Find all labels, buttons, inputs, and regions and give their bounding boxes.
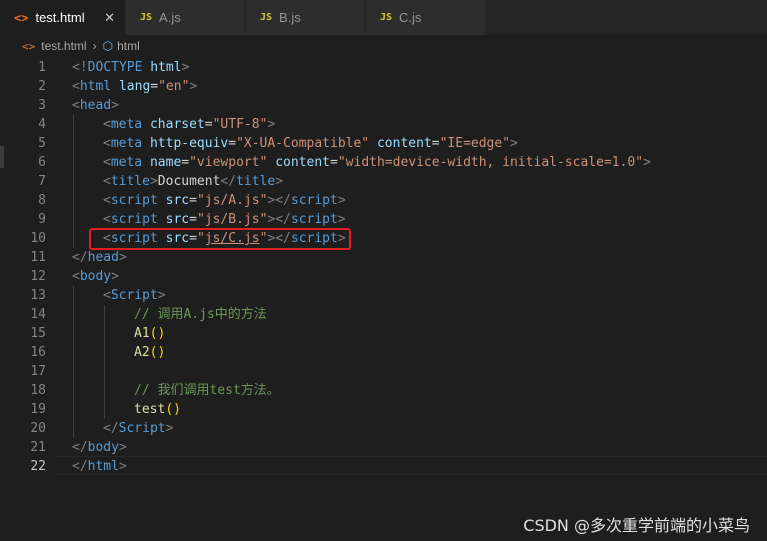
code-line: 15 A1()	[30, 326, 166, 341]
code-lines: 1 <!DOCTYPE html> 2 <html lang="en"> 3 <hea…	[0, 58, 767, 488]
tab-label: C.js	[399, 10, 422, 25]
tab-label: test.html	[35, 10, 85, 25]
breadcrumb: <> test.html › ⬡ html	[0, 35, 767, 57]
html-file-icon: <>	[22, 39, 36, 53]
cube-icon: ⬡	[102, 39, 114, 53]
breadcrumb-node[interactable]: html	[117, 39, 140, 53]
tab-label: A.js	[159, 10, 181, 25]
chevron-right-icon: ›	[92, 39, 97, 53]
close-icon[interactable]: ✕	[104, 10, 115, 26]
code-line: 9 <script src="js/B.js"></script>	[38, 212, 346, 227]
html-file-icon: <>	[14, 10, 29, 25]
tab-a-js[interactable]: JS A.js	[126, 0, 246, 35]
highlight-box	[89, 228, 351, 250]
js-file-icon: JS	[260, 12, 273, 23]
code-line: 1 <!DOCTYPE html>	[38, 60, 190, 75]
code-line: 18// 我们调用test方法。	[30, 383, 280, 398]
code-line: 8 <script src="js/A.js"></script>	[38, 193, 346, 208]
code-line: 7 <title>Document</title>	[38, 174, 284, 189]
code-line: 12 <body>	[30, 269, 119, 284]
code-line: 21 </body>	[30, 440, 127, 455]
code-line: 16 A2()	[30, 345, 166, 360]
code-line: 2 <html lang="en">	[38, 79, 198, 94]
watermark: CSDN @多次重学前端的小菜鸟	[523, 516, 750, 535]
breadcrumb-file[interactable]: test.html	[41, 39, 86, 53]
code-line: 13 <Script>	[30, 288, 166, 303]
tab-bar: <> test.html ✕ JS A.js JS B.js JS C.js	[0, 0, 767, 35]
code-line: 3 <head>	[38, 98, 119, 113]
code-line: 4 <meta charset="UTF-8">	[38, 117, 276, 132]
code-line: 5 <meta http-equiv="X-UA-Compatible" cont…	[38, 136, 518, 151]
code-line: 22 </html>	[30, 459, 127, 474]
code-line: 20 </Script>	[30, 421, 174, 436]
code-line: 14// 调用A.js中的方法	[30, 307, 267, 322]
tab-label: B.js	[279, 10, 301, 25]
code-line: 19 test()	[30, 402, 181, 417]
tab-c-js[interactable]: JS C.js	[366, 0, 486, 35]
tab-b-js[interactable]: JS B.js	[246, 0, 366, 35]
js-file-icon: JS	[380, 12, 393, 23]
js-file-icon: JS	[140, 12, 153, 23]
code-line: 17	[30, 364, 46, 379]
code-line: 11 </head>	[30, 250, 127, 265]
code-line: 6 <meta name="viewport" content="width=de…	[38, 155, 651, 170]
tab-test-html[interactable]: <> test.html ✕	[0, 0, 126, 35]
